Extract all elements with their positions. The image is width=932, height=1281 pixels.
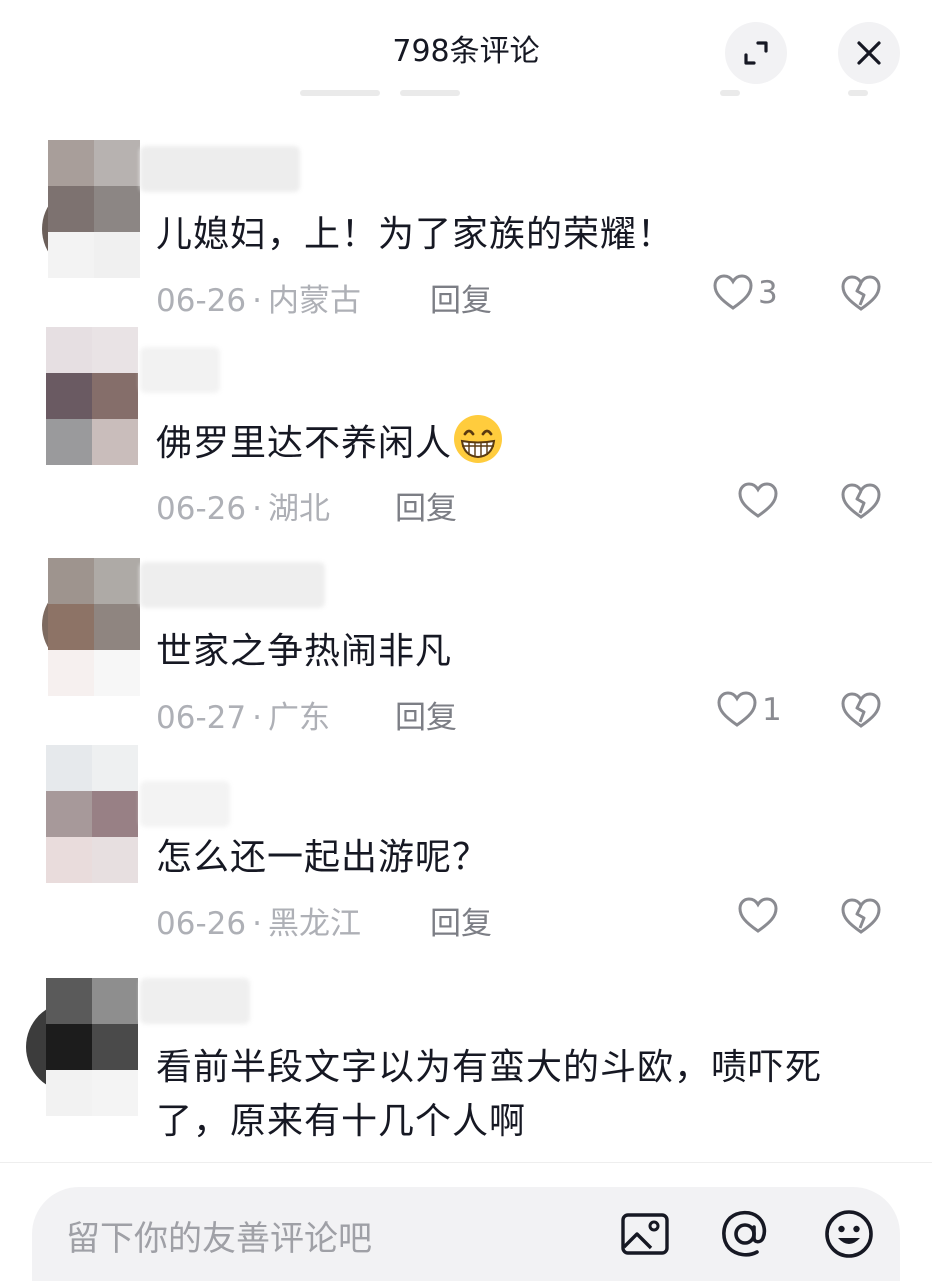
- reply-button[interactable]: 回复: [430, 275, 492, 320]
- comment-text: 世家之争热闹非凡: [156, 631, 453, 672]
- expand-icon: [744, 41, 768, 65]
- image-icon[interactable]: [618, 1207, 672, 1261]
- comment-text: 佛罗里达不养闲人: [156, 413, 876, 471]
- username-blurred[interactable]: [140, 347, 220, 393]
- avatar-mosaic: [48, 140, 140, 278]
- comment-meta: 06-26 · 内蒙古: [156, 283, 361, 319]
- username-blurred[interactable]: [140, 978, 250, 1024]
- like-count: 3: [758, 275, 778, 311]
- comment-meta: 06-27 · 广东: [156, 700, 330, 736]
- reply-button[interactable]: 回复: [395, 483, 457, 528]
- like-button[interactable]: 1: [716, 690, 782, 730]
- comments-header: 798条评论: [0, 0, 932, 100]
- broken-heart-icon: [841, 483, 881, 519]
- comment-item[interactable]: 怎么还一起出游呢？ 06-26 · 黑龙江 回复: [0, 745, 932, 945]
- comment-date: 06-26: [156, 906, 247, 942]
- comment-item[interactable]: 儿媳妇，上！为了家族的荣耀！ 06-26 · 内蒙古 回复 3: [0, 140, 932, 320]
- comment-input-placeholder: 留下你的友善评论吧: [66, 1219, 372, 1259]
- comment-region: 广东: [267, 700, 330, 736]
- comment-item[interactable]: 世家之争热闹非凡 06-27 · 广东 回复 1: [0, 558, 932, 738]
- smiley-icon[interactable]: [822, 1207, 876, 1261]
- comment-count-title: 798条评论: [392, 34, 540, 69]
- comment-item[interactable]: 看前半段文字以为有蛮大的斗欧，啧吓死 了，原来有十几个人啊: [0, 978, 932, 1162]
- comment-text: 看前半段文字以为有蛮大的斗欧，啧吓死 了，原来有十几个人啊: [156, 1041, 876, 1149]
- comment-region: 湖北: [267, 491, 330, 527]
- reply-button[interactable]: 回复: [430, 898, 492, 943]
- avatar-mosaic: [46, 327, 138, 465]
- comment-input-bar: 留下你的友善评论吧: [0, 1162, 932, 1281]
- username-blurred[interactable]: [140, 781, 230, 827]
- like-button[interactable]: [737, 896, 783, 936]
- broken-heart-icon: [841, 898, 881, 934]
- comment-text-line: 看前半段文字以为有蛮大的斗欧，啧吓死: [156, 1047, 823, 1088]
- comment-region: 黑龙江: [267, 906, 361, 942]
- grinning-face-emoji: [454, 415, 503, 463]
- username-blurred[interactable]: [140, 146, 300, 192]
- dislike-button[interactable]: [840, 691, 882, 735]
- comment-item[interactable]: 佛罗里达不养闲人 06-26 · 湖北 回复: [0, 325, 932, 545]
- comment-date: 06-26: [156, 283, 247, 319]
- comment-text: 怎么还一起出游呢？: [156, 837, 490, 878]
- broken-heart-icon: [841, 275, 881, 311]
- scrolled-comment-remnant: [0, 90, 932, 100]
- avatar-mosaic: [46, 978, 138, 1116]
- comment-input[interactable]: 留下你的友善评论吧: [32, 1187, 900, 1281]
- avatar-mosaic: [48, 558, 140, 696]
- comment-region: 内蒙古: [267, 283, 361, 319]
- broken-heart-icon: [841, 692, 881, 728]
- dislike-button[interactable]: [840, 274, 882, 318]
- close-icon: [857, 41, 881, 65]
- like-button[interactable]: [737, 481, 783, 521]
- at-icon[interactable]: [718, 1207, 772, 1261]
- comment-date: 06-27: [156, 700, 247, 736]
- comment-text: 儿媳妇，上！为了家族的荣耀！: [156, 214, 675, 255]
- comment-meta: 06-26 · 黑龙江: [156, 906, 361, 942]
- dislike-button[interactable]: [840, 897, 882, 941]
- like-count: 1: [762, 692, 782, 728]
- comment-meta: 06-26 · 湖北: [156, 491, 330, 527]
- comment-text-body: 佛罗里达不养闲人: [156, 423, 453, 464]
- comment-date: 06-26: [156, 491, 247, 527]
- heart-icon: [738, 897, 778, 933]
- dislike-button[interactable]: [840, 482, 882, 526]
- username-blurred[interactable]: [140, 562, 325, 608]
- expand-button[interactable]: [725, 22, 787, 84]
- comment-text-line: 了，原来有十几个人啊: [156, 1101, 527, 1142]
- heart-icon: [713, 274, 753, 310]
- heart-icon: [738, 482, 778, 518]
- close-button[interactable]: [838, 22, 900, 84]
- reply-button[interactable]: 回复: [395, 692, 457, 737]
- heart-icon: [717, 691, 757, 727]
- like-button[interactable]: 3: [712, 273, 778, 313]
- avatar-mosaic: [46, 745, 138, 883]
